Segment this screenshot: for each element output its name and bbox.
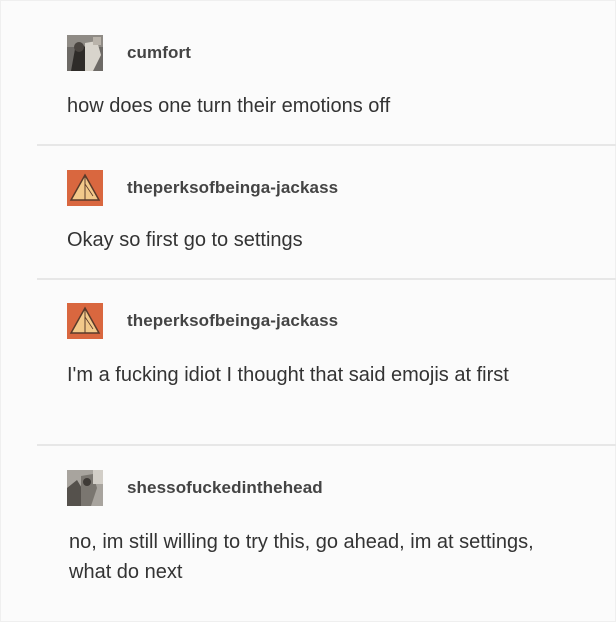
triangle-avatar-icon: [67, 303, 103, 339]
username[interactable]: theperksofbeinga-jackass: [127, 178, 338, 198]
post-header: shessofuckedinthehead: [67, 470, 323, 506]
triangle-avatar-icon: [67, 170, 103, 206]
post-text: how does one turn their emotions off: [67, 95, 391, 117]
username[interactable]: cumfort: [127, 43, 191, 63]
post-header: cumfort: [67, 35, 191, 71]
avatar[interactable]: [67, 303, 103, 339]
username[interactable]: shessofuckedinthehead: [127, 478, 323, 498]
avatar[interactable]: [67, 470, 103, 506]
post-header: theperksofbeinga-jackass: [67, 170, 338, 206]
photo-avatar-icon: [67, 470, 103, 506]
username[interactable]: theperksofbeinga-jackass: [127, 311, 338, 331]
divider: [37, 278, 616, 280]
post-text: no, im still willing to try this, go ahe…: [69, 531, 534, 583]
avatar[interactable]: [67, 35, 103, 71]
tumblr-post-thread: cumfort how does one turn their emotions…: [0, 0, 616, 622]
post-header: theperksofbeinga-jackass: [67, 303, 338, 339]
divider: [37, 144, 616, 146]
photo-avatar-icon: [67, 35, 103, 71]
post-text: I'm a fucking idiot I thought that said …: [67, 364, 509, 386]
avatar[interactable]: [67, 170, 103, 206]
post-text: Okay so first go to settings: [67, 229, 303, 251]
divider: [37, 444, 616, 446]
